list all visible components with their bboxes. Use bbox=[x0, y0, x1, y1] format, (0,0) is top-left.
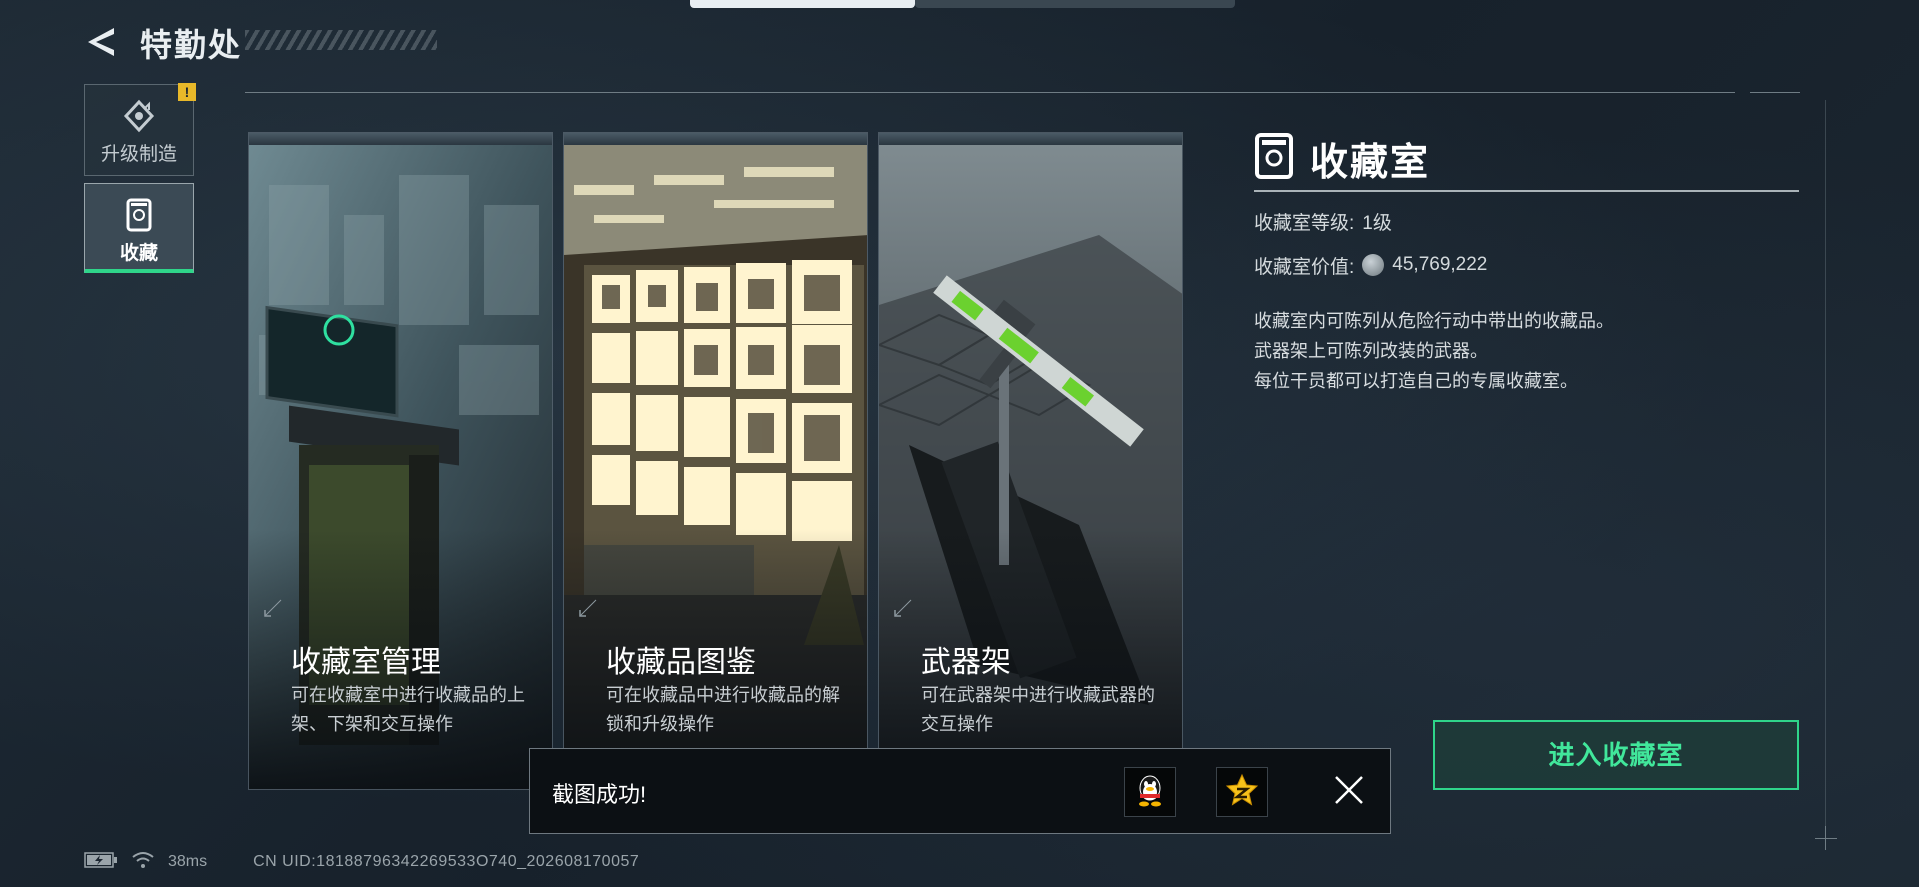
warning-badge: ! bbox=[178, 83, 196, 101]
card-description: 可在武器架中进行收藏武器的交互操作 bbox=[921, 685, 1155, 734]
card-title: 武器架 bbox=[921, 646, 1011, 679]
sidebar-item-label: 收藏 bbox=[119, 243, 158, 264]
title-hatch-decoration bbox=[245, 30, 437, 50]
upgrade-icon bbox=[85, 99, 193, 133]
coin-icon bbox=[1362, 254, 1385, 276]
info-panel: 收藏室 收藏室等级: 1级 收藏室价值: 45,769,222 收藏室内可陈列从… bbox=[1254, 128, 1799, 396]
status-bar: 38ms CN UID:18188796342269533O740_202608… bbox=[84, 851, 640, 874]
sidebar-item-label: 升级制造 bbox=[100, 144, 177, 165]
card-weapon-rack[interactable]: 武器架 可在武器架中进行收藏武器的交互操作 bbox=[878, 132, 1183, 790]
level-row: 收藏室等级: 1级 bbox=[1254, 206, 1799, 236]
divider-line bbox=[245, 92, 1735, 93]
description-line: 每位干员都可以打造自己的专属收藏室。 bbox=[1254, 371, 1578, 391]
info-description: 收藏室内可陈列从危险行动中带出的收藏品。 武器架上可陈列改装的武器。 每位干员都… bbox=[1254, 306, 1799, 396]
battery-icon bbox=[84, 851, 118, 873]
frame-line-decoration bbox=[1825, 100, 1826, 840]
card-top-edge bbox=[249, 133, 552, 145]
card-title: 收藏室管理 bbox=[291, 646, 441, 679]
value-amount: 45,769,222 bbox=[1392, 254, 1488, 275]
collection-icon bbox=[85, 198, 193, 232]
level-value: 1级 bbox=[1362, 212, 1392, 234]
top-status-strip bbox=[690, 0, 1235, 8]
card-collection-catalog[interactable]: 收藏品图鉴 可在收藏品中进行收藏品的解锁和升级操作 bbox=[563, 132, 868, 790]
qq-penguin-icon bbox=[1135, 773, 1165, 812]
card-description: 可在收藏室中进行收藏品的上架、下架和交互操作 bbox=[291, 685, 525, 734]
card-title: 收藏品图鉴 bbox=[606, 646, 756, 679]
card-top-edge bbox=[879, 133, 1182, 145]
qzone-star-icon bbox=[1225, 773, 1259, 812]
expand-corner-icon bbox=[893, 598, 913, 618]
close-toast-button[interactable] bbox=[1326, 769, 1372, 815]
divider-line-short bbox=[1750, 92, 1800, 93]
close-icon bbox=[1333, 774, 1365, 811]
expand-corner-icon bbox=[578, 598, 598, 618]
top-strip-dark bbox=[915, 0, 1235, 8]
enter-collection-room-button[interactable]: 进入收藏室 bbox=[1433, 720, 1799, 790]
frame-cross-decoration bbox=[1815, 838, 1837, 839]
card-description: 可在收藏品中进行收藏品的解锁和升级操作 bbox=[606, 685, 840, 734]
top-strip-light bbox=[690, 0, 915, 8]
share-qq-button[interactable] bbox=[1124, 767, 1176, 817]
info-header: 收藏室 bbox=[1254, 128, 1799, 188]
description-line: 武器架上可陈列改装的武器。 bbox=[1254, 341, 1488, 361]
info-divider bbox=[1254, 190, 1799, 192]
sidebar-item-collection[interactable]: 收藏 bbox=[84, 183, 194, 273]
level-label: 收藏室等级: bbox=[1254, 212, 1355, 234]
card-collection-room-management[interactable]: 收藏室管理 可在收藏室中进行收藏品的上架、下架和交互操作 bbox=[248, 132, 553, 790]
description-line: 收藏室内可陈列从危险行动中带出的收藏品。 bbox=[1254, 311, 1614, 331]
user-uid: CN UID:18188796342269533O740_20260817005… bbox=[253, 853, 640, 870]
card-top-edge bbox=[564, 133, 867, 145]
value-row: 收藏室价值: 45,769,222 bbox=[1254, 250, 1799, 280]
back-icon[interactable] bbox=[84, 24, 120, 60]
share-qzone-button[interactable] bbox=[1216, 767, 1268, 817]
page-title: 特勤处 bbox=[140, 27, 243, 63]
wifi-icon bbox=[132, 851, 154, 874]
value-label: 收藏室价值: bbox=[1254, 256, 1355, 278]
frame-cross-decoration bbox=[1825, 826, 1826, 850]
toast-message: 截图成功! bbox=[552, 782, 647, 807]
screenshot-toast: 截图成功! bbox=[529, 748, 1391, 834]
info-title: 收藏室 bbox=[1310, 141, 1431, 184]
expand-corner-icon bbox=[263, 598, 283, 618]
collection-room-icon bbox=[1254, 132, 1294, 185]
ping-value: 38ms bbox=[168, 853, 208, 870]
